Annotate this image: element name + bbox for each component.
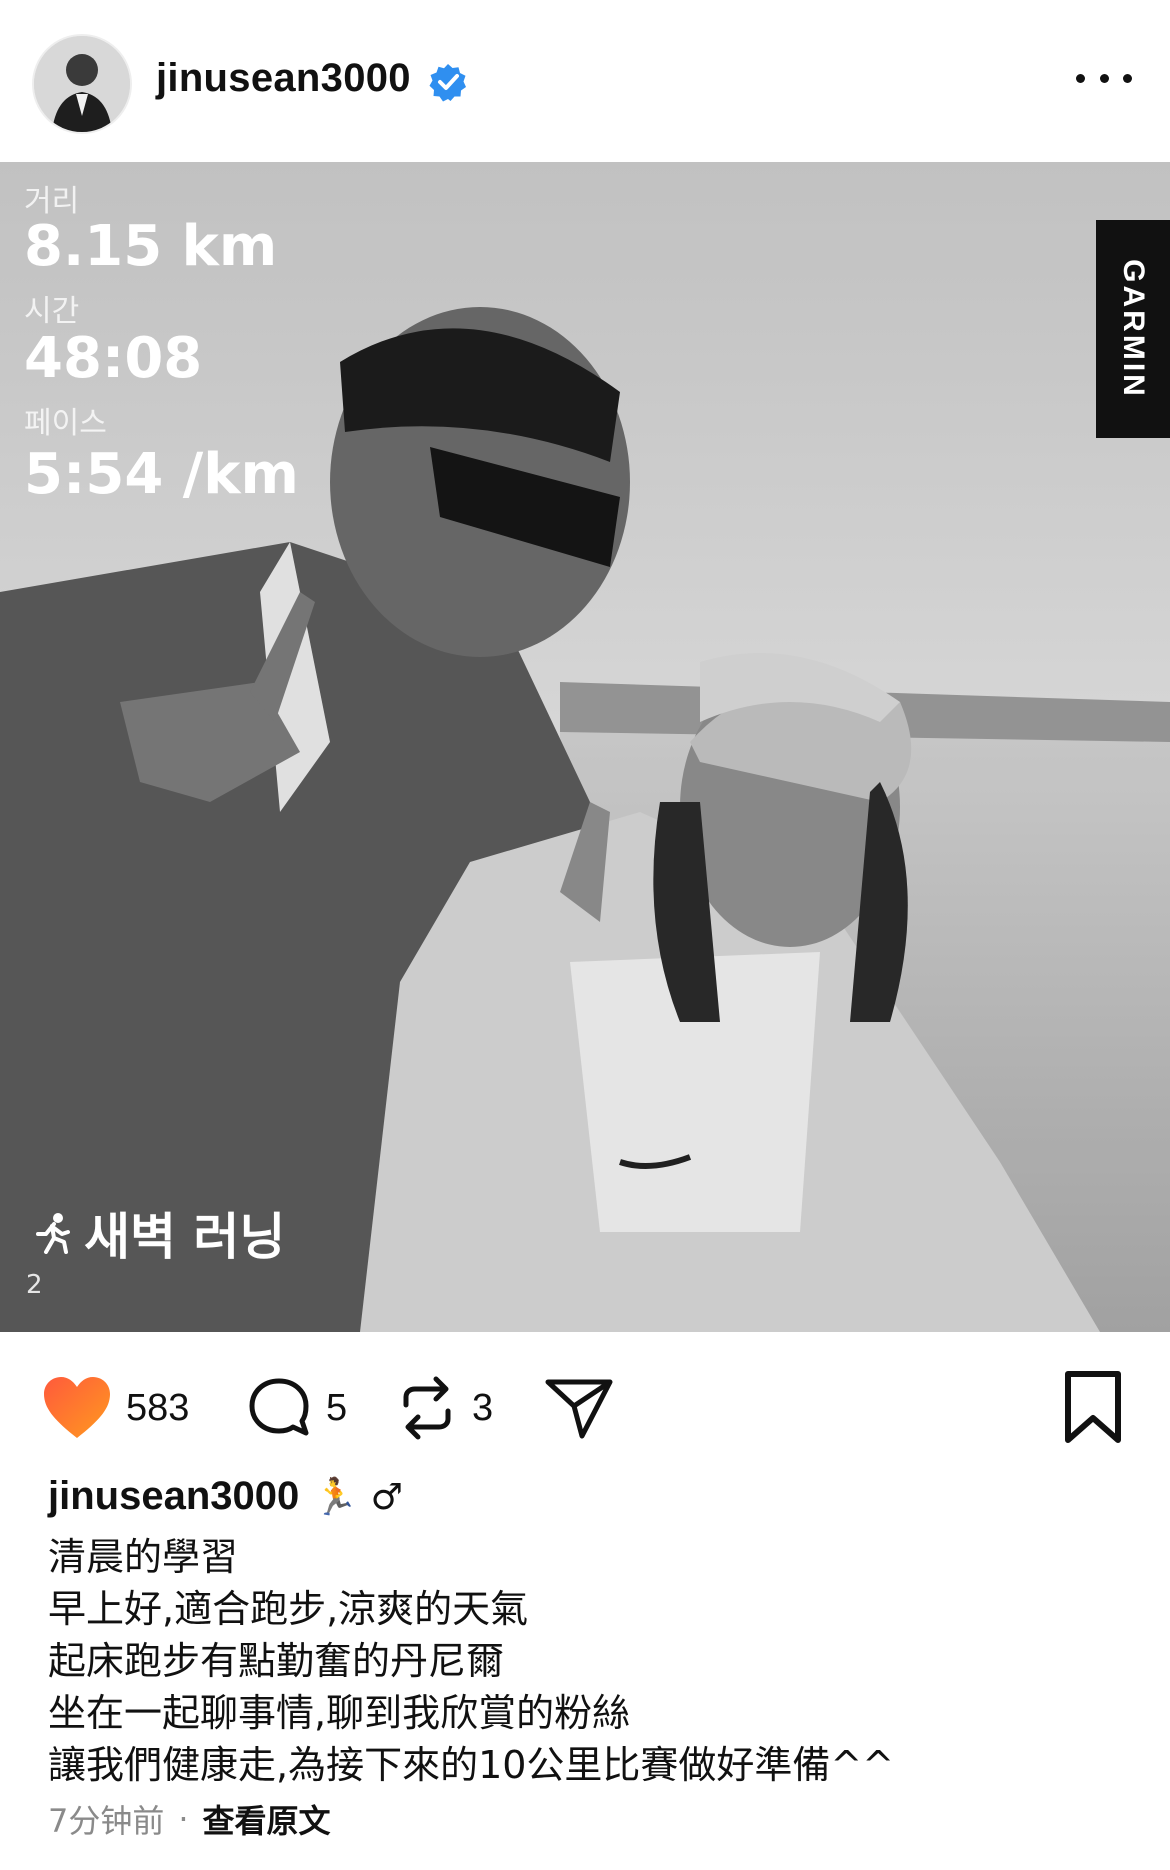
garmin-logo: GARMIN xyxy=(1096,220,1170,438)
caption-line: 讓我們健康走,為接下來的10公里比賽做好準備^^ xyxy=(48,1743,895,1787)
comment-action[interactable]: 5 xyxy=(246,1368,347,1448)
caption-header: jinusean3000 🏃 ♂ xyxy=(48,1474,403,1519)
caption-line: 坐在一起聊事情,聊到我欣賞的粉絲 xyxy=(48,1691,631,1735)
repost-count: 3 xyxy=(472,1386,494,1429)
running-person-icon xyxy=(36,1213,70,1254)
caption-line: 起床跑步有點勤奮的丹尼爾 xyxy=(48,1639,505,1683)
avatar[interactable] xyxy=(32,34,132,134)
share-action[interactable] xyxy=(544,1368,614,1448)
comment-count: 5 xyxy=(326,1386,348,1429)
activity-label: 새벽 러닝 xyxy=(34,1197,285,1269)
send-icon[interactable] xyxy=(544,1376,614,1440)
repost-icon[interactable] xyxy=(396,1375,458,1441)
caption-emojis: 🏃 ♂ xyxy=(313,1476,403,1518)
bookmark-icon[interactable] xyxy=(1062,1370,1124,1444)
caption-line: 早上好,適合跑步,涼爽的天氣 xyxy=(48,1587,529,1631)
heart-icon[interactable] xyxy=(42,1376,112,1440)
post-header: jinusean3000 xyxy=(0,0,1170,160)
like-action[interactable]: 583 xyxy=(42,1368,189,1448)
caption-line: 清晨的學習 xyxy=(48,1535,239,1579)
post-photo[interactable]: 거리 8.15 km 시간 48:08 페이스 5:54 /km GARMIN … xyxy=(0,162,1170,1332)
repost-action[interactable]: 3 xyxy=(396,1368,493,1448)
post-timestamp: 7分钟前 xyxy=(48,1802,165,1840)
footer-separator: · xyxy=(178,1800,189,1838)
stat-time-value: 48:08 xyxy=(24,326,203,391)
see-original-link[interactable]: 查看原文 xyxy=(203,1796,331,1842)
stat-pace-value: 5:54 /km xyxy=(24,442,299,507)
activity-date: 2 xyxy=(26,1270,43,1300)
action-bar: 583 5 3 xyxy=(0,1368,1170,1448)
comment-icon[interactable] xyxy=(246,1375,312,1441)
more-horizontal-icon[interactable] xyxy=(1076,58,1132,98)
post-footer: 7分钟前 · 查看原文 xyxy=(48,1796,331,1842)
caption-username[interactable]: jinusean3000 xyxy=(48,1474,299,1519)
post-username[interactable]: jinusean3000 xyxy=(156,56,411,101)
stat-distance-value: 8.15 km xyxy=(24,214,278,279)
verified-badge-icon xyxy=(429,64,466,102)
like-count: 583 xyxy=(126,1386,190,1429)
stat-time-label: 시간 xyxy=(24,294,80,329)
stat-pace-label: 페이스 xyxy=(24,406,107,441)
